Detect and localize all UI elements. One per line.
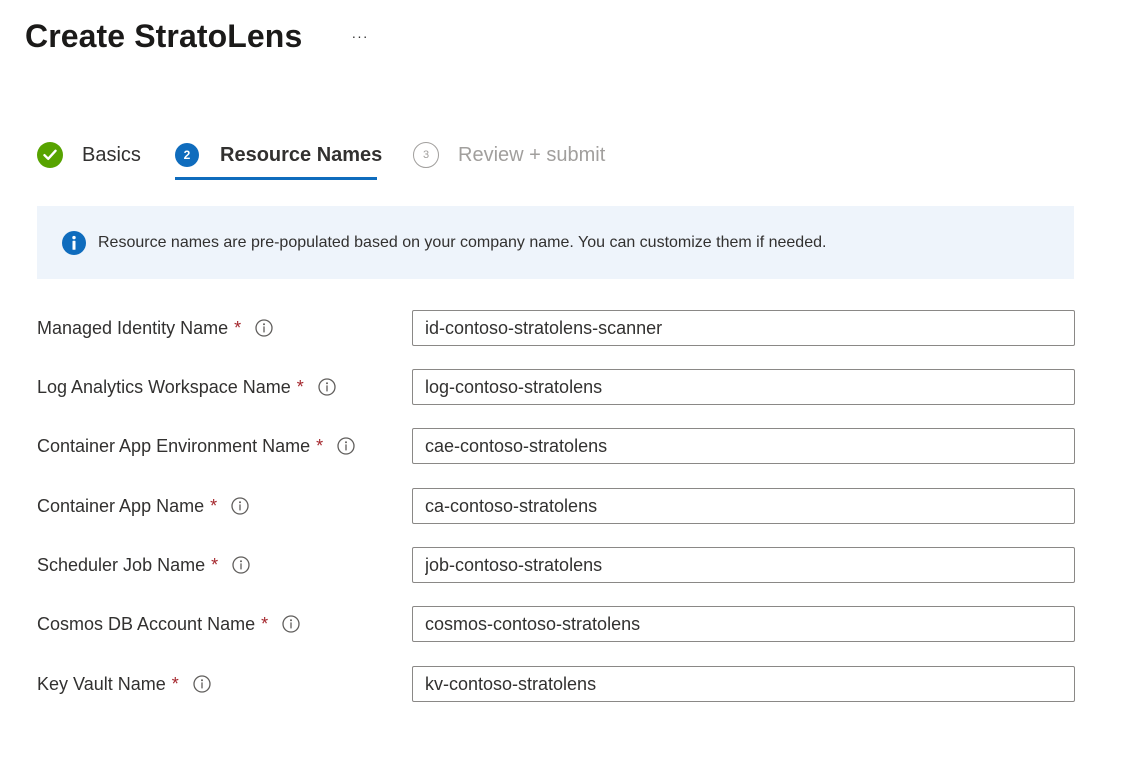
step-resource-names[interactable]: 2 Resource Names <box>175 134 413 180</box>
field-label: Log Analytics Workspace Name <box>37 376 291 397</box>
required-indicator: * <box>211 554 219 575</box>
info-icon <box>62 230 86 255</box>
required-indicator: * <box>316 435 324 456</box>
step-label: Resource Names <box>220 143 383 166</box>
key-vault-name-input[interactable] <box>412 666 1075 702</box>
field-key-vault-name: Key Vault Name * <box>37 666 1075 702</box>
info-tooltip-icon[interactable] <box>232 556 250 574</box>
field-container-app-name: Container App Name * <box>37 488 1075 524</box>
required-indicator: * <box>296 376 304 397</box>
step-label: Review + submit <box>458 143 606 166</box>
info-tooltip-icon[interactable] <box>193 675 211 693</box>
required-indicator: * <box>261 613 269 634</box>
wizard-steps: Basics 2 Resource Names 3 Review + submi… <box>37 134 623 182</box>
info-banner-text: Resource names are pre-populated based o… <box>98 233 827 251</box>
required-indicator: * <box>210 495 218 516</box>
field-label: Key Vault Name <box>37 673 166 694</box>
info-tooltip-icon[interactable] <box>231 497 249 515</box>
field-label: Container App Name <box>37 495 205 516</box>
field-label: Scheduler Job Name <box>37 554 206 575</box>
info-tooltip-icon[interactable] <box>282 615 300 633</box>
required-indicator: * <box>234 317 242 338</box>
field-label: Managed Identity Name <box>37 317 229 338</box>
more-options-button[interactable]: ··· <box>349 26 371 46</box>
managed-identity-name-input[interactable] <box>412 310 1075 346</box>
field-log-analytics-workspace-name: Log Analytics Workspace Name * <box>37 369 1075 405</box>
step-number-badge: 3 <box>413 142 439 168</box>
field-scheduler-job-name: Scheduler Job Name * <box>37 547 1075 583</box>
active-step-underline <box>175 177 377 180</box>
step-number-badge: 2 <box>175 143 199 167</box>
field-label: Cosmos DB Account Name <box>37 613 256 634</box>
field-managed-identity-name: Managed Identity Name * <box>37 310 1075 346</box>
field-cosmos-db-account-name: Cosmos DB Account Name * <box>37 606 1075 642</box>
page-header: Create StratoLens <box>25 14 302 58</box>
cosmos-db-account-name-input[interactable] <box>412 606 1075 642</box>
container-app-environment-name-input[interactable] <box>412 428 1075 464</box>
step-review-submit[interactable]: 3 Review + submit <box>413 134 623 176</box>
info-tooltip-icon[interactable] <box>318 378 336 396</box>
info-banner: Resource names are pre-populated based o… <box>37 206 1074 279</box>
checkmark-icon <box>37 142 63 168</box>
field-label: Container App Environment Name <box>37 435 311 456</box>
page-title: Create StratoLens <box>25 17 303 54</box>
log-analytics-workspace-name-input[interactable] <box>412 369 1075 405</box>
required-indicator: * <box>171 673 179 694</box>
step-label: Basics <box>82 143 141 166</box>
field-container-app-environment-name: Container App Environment Name * <box>37 428 1075 464</box>
info-tooltip-icon[interactable] <box>337 437 355 455</box>
container-app-name-input[interactable] <box>412 488 1075 524</box>
scheduler-job-name-input[interactable] <box>412 547 1075 583</box>
step-basics[interactable]: Basics <box>37 134 175 176</box>
info-tooltip-icon[interactable] <box>255 319 273 337</box>
